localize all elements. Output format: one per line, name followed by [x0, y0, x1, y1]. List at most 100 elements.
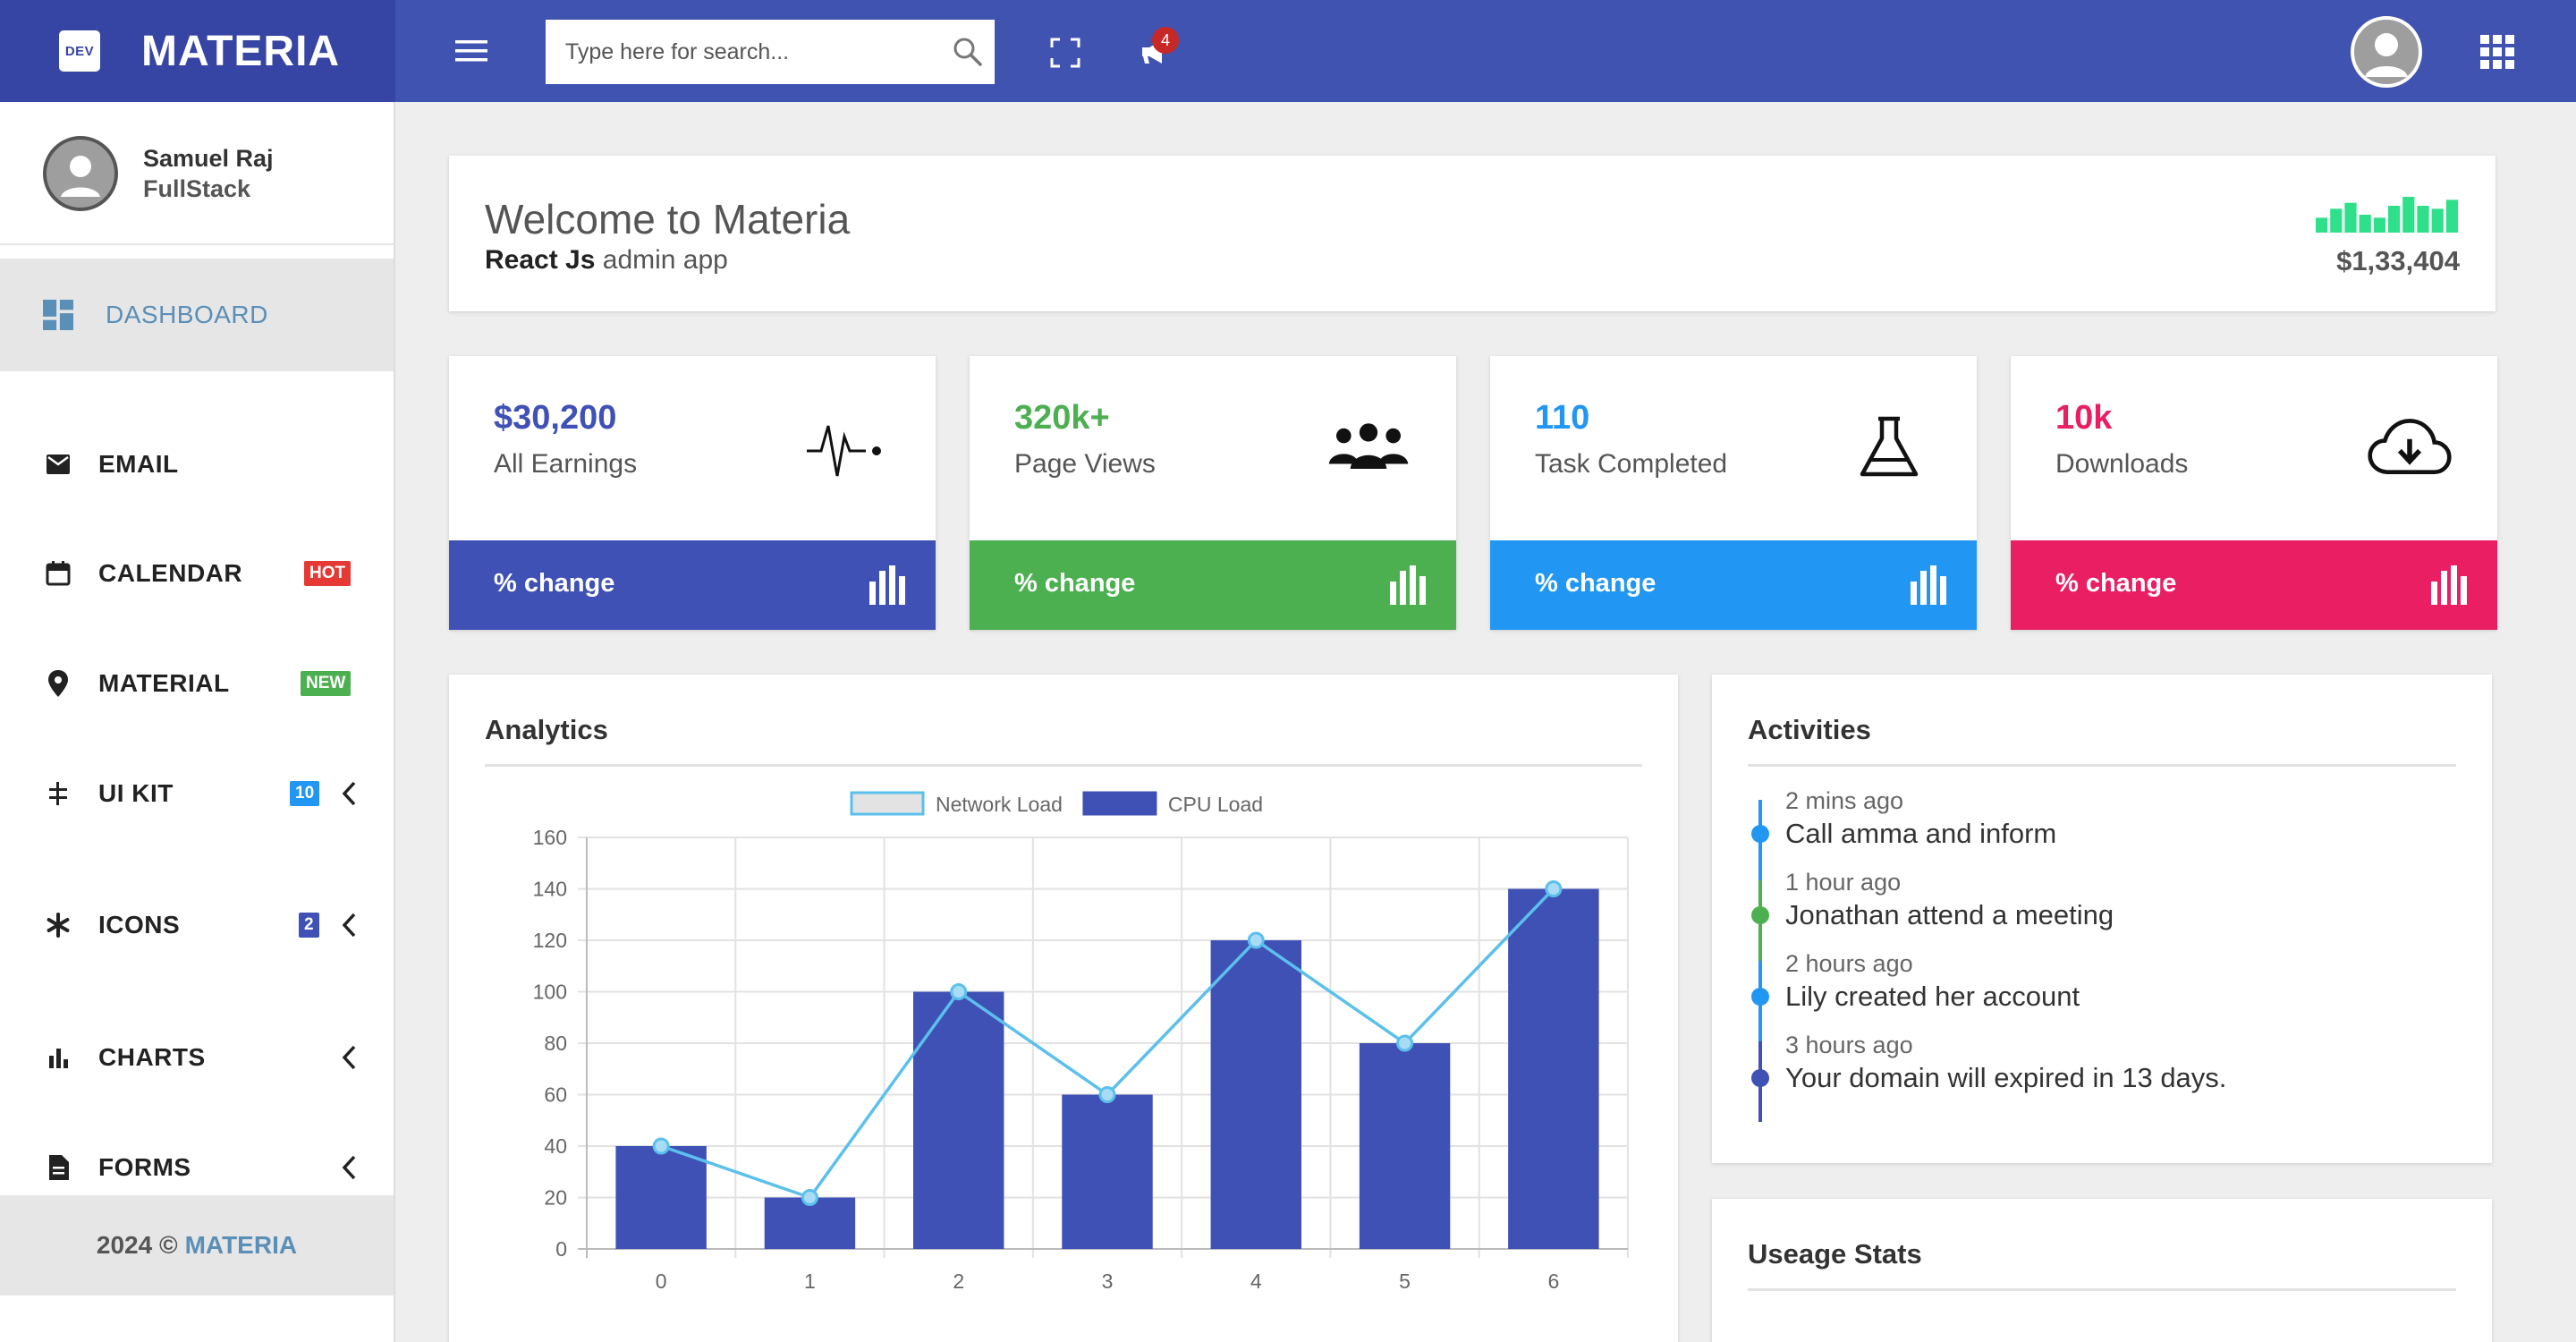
- subtitle-framework: React Js: [485, 245, 596, 275]
- stat-footer-label: % change: [494, 569, 615, 598]
- stat-footer[interactable]: % change: [449, 540, 936, 630]
- chevron-left-icon[interactable]: [336, 910, 361, 940]
- chevron-left-icon[interactable]: [336, 778, 361, 809]
- timeline-dot: [1751, 825, 1769, 843]
- apps-grid-icon[interactable]: [2478, 32, 2517, 72]
- timeline-dot: [1751, 1069, 1769, 1087]
- legend-label: Network Load: [936, 793, 1063, 816]
- x-tick-label: 5: [1399, 1270, 1411, 1293]
- line-point[interactable]: [1396, 1034, 1414, 1052]
- bar[interactable]: [1062, 1094, 1153, 1250]
- divider: [1748, 1288, 2456, 1291]
- sidebar-item-material[interactable]: MATERIAL NEW: [0, 652, 394, 715]
- profile-name: Samuel Raj: [143, 145, 274, 172]
- flask-icon: [1846, 412, 1932, 483]
- sidebar-item-label: FORMS: [98, 1153, 191, 1181]
- sidebar-item-label: EMAIL: [98, 450, 179, 478]
- card-title: Useage Stats: [1748, 1238, 1922, 1270]
- legend-swatch: [1082, 791, 1157, 816]
- fullscreen-icon[interactable]: [1043, 32, 1088, 73]
- line-point[interactable]: [950, 983, 968, 1000]
- stat-label: All Earnings: [494, 449, 638, 479]
- sparkline-bar: [2431, 208, 2444, 233]
- menu-icon[interactable]: [447, 30, 496, 72]
- stat-card-page-views: 320k+ Page Views % change: [970, 356, 1456, 630]
- y-tick-label: 120: [533, 929, 567, 952]
- sidebar-item-calendar[interactable]: CALENDAR HOT: [0, 542, 394, 605]
- bar-chart-icon: [1911, 565, 1946, 605]
- x-tick-label: 4: [1250, 1270, 1262, 1293]
- stat-footer[interactable]: % change: [1490, 540, 1977, 630]
- y-tick-label: 60: [544, 1083, 567, 1107]
- activity-time: 2 hours ago: [1785, 950, 1913, 977]
- line-point[interactable]: [1247, 931, 1265, 949]
- sparkline-bar: [2388, 206, 2401, 233]
- legend-swatch: [850, 791, 925, 816]
- x-tick-label: 3: [1102, 1270, 1114, 1293]
- sidebar-item-email[interactable]: EMAIL: [0, 433, 394, 496]
- asterisk-icon: [43, 910, 73, 940]
- chevron-left-icon[interactable]: [336, 1152, 361, 1183]
- chevron-left-icon[interactable]: [336, 1042, 361, 1073]
- x-tick-label: 6: [1547, 1270, 1559, 1293]
- timeline-dot: [1751, 906, 1769, 924]
- y-tick-label: 160: [533, 826, 567, 849]
- stat-card-tasks: 110 Task Completed % change: [1490, 356, 1977, 630]
- pin-icon: [43, 668, 73, 699]
- search-input[interactable]: [546, 20, 941, 84]
- notifications-button[interactable]: 4: [1129, 27, 1182, 77]
- copyright-text: 2024 ©: [96, 1231, 178, 1259]
- email-icon: [43, 449, 73, 480]
- search-icon[interactable]: [941, 20, 995, 84]
- bar-chart-icon: [43, 1042, 73, 1073]
- sidebar-item-icons[interactable]: ICONS 2: [0, 894, 394, 956]
- heartbeat-icon: [805, 412, 891, 483]
- brand[interactable]: DEV MATERIA: [0, 0, 395, 102]
- sparkline-bar: [2359, 215, 2371, 233]
- user-avatar[interactable]: [2351, 16, 2422, 88]
- search-box: [546, 20, 995, 84]
- stat-footer[interactable]: % change: [2011, 540, 2497, 630]
- sparkline-bar: [2344, 202, 2357, 233]
- sidebar-profile[interactable]: Samuel Raj FullStack: [0, 102, 394, 245]
- footer-brand-link[interactable]: MATERIA: [185, 1231, 297, 1260]
- line-point[interactable]: [1545, 880, 1563, 897]
- stat-value: 110: [1535, 399, 1590, 437]
- bar[interactable]: [615, 1146, 707, 1249]
- ui-kit-icon: [43, 778, 73, 809]
- stat-footer-label: % change: [1535, 569, 1657, 598]
- bar[interactable]: [912, 991, 1004, 1250]
- sidebar-item-dashboard[interactable]: DASHBOARD: [0, 259, 394, 371]
- bar[interactable]: [1210, 940, 1302, 1249]
- activity-text: Your domain will expired in 13 days.: [1785, 1062, 2227, 1093]
- stat-card-earnings: $30,200 All Earnings % change: [449, 356, 936, 630]
- sparkline-bar: [2402, 197, 2415, 233]
- sparkline-bar: [2316, 217, 2328, 233]
- divider: [485, 764, 1642, 767]
- welcome-card: Welcome to Materia React Js admin app $1…: [449, 156, 2496, 311]
- legend-label: CPU Load: [1168, 793, 1263, 816]
- x-tick-label: 0: [656, 1270, 667, 1293]
- people-icon: [1326, 412, 1411, 483]
- subtitle-rest: admin app: [602, 245, 728, 275]
- stat-footer[interactable]: % change: [970, 540, 1456, 630]
- dev-logo: DEV: [59, 30, 100, 72]
- stat-label: Task Completed: [1535, 449, 1728, 479]
- stat-card-downloads: 10k Downloads % change: [2011, 356, 2497, 630]
- bar[interactable]: [1508, 888, 1599, 1250]
- sidebar-item-forms[interactable]: FORMS: [0, 1136, 394, 1199]
- line-point[interactable]: [1098, 1086, 1116, 1103]
- y-tick-label: 20: [544, 1186, 567, 1210]
- sidebar-item-charts[interactable]: CHARTS: [0, 1026, 394, 1089]
- line-point[interactable]: [801, 1189, 818, 1206]
- sparkline-bar: [2330, 208, 2343, 233]
- line-point[interactable]: [652, 1137, 670, 1155]
- sidebar-item-label: DASHBOARD: [106, 301, 268, 328]
- sidebar-item-ui-kit[interactable]: UI KIT 10: [0, 762, 394, 825]
- new-badge: NEW: [301, 671, 352, 696]
- bar-chart-icon: [2431, 565, 2467, 605]
- x-tick-label: 1: [804, 1270, 816, 1293]
- analytics-card: Analytics 0 20 40 60 80 100 120 140 160 0 1 2 3 4 5 6 Ne…: [449, 675, 1678, 1342]
- bar[interactable]: [1359, 1043, 1451, 1249]
- cloud-download-icon: [2367, 412, 2453, 483]
